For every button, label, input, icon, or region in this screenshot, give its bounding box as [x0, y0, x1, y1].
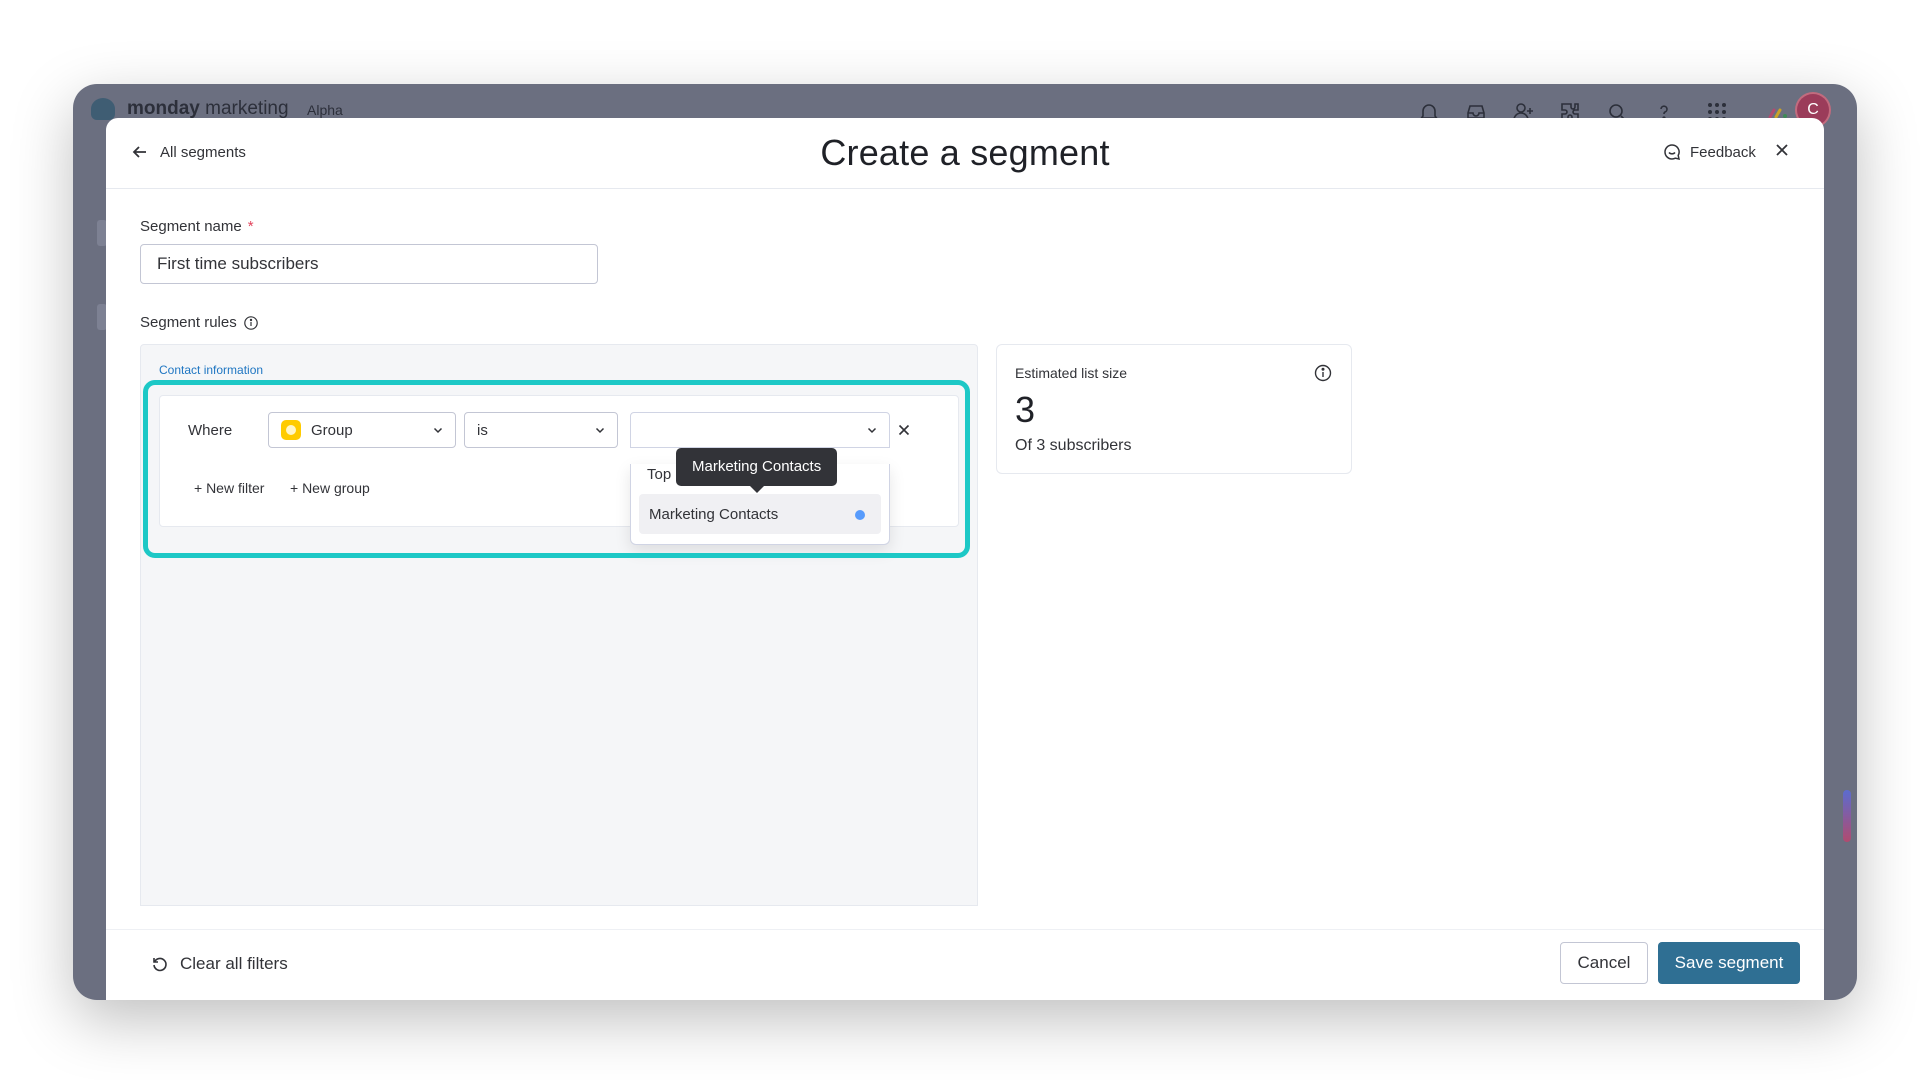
dropdown-option-label: Marketing Contacts	[649, 505, 779, 523]
chevron-down-icon	[867, 427, 877, 434]
option-tooltip: Marketing Contacts	[676, 448, 838, 493]
chevron-down-icon	[433, 427, 443, 434]
value-select[interactable]	[630, 412, 890, 448]
info-icon[interactable]	[243, 315, 259, 331]
estimated-list-size-card: Estimated list size 3 Of 3 subscribers	[996, 344, 1352, 474]
scrollbar-thumb[interactable]	[1843, 790, 1851, 842]
chevron-down-icon	[595, 427, 605, 434]
estimate-title: Estimated list size	[1015, 365, 1128, 381]
create-segment-modal: All segments Create a segment Feedback S…	[106, 118, 1824, 1000]
operator-select[interactable]: is	[464, 412, 618, 448]
modal-footer: Clear all filters Cancel Save segment	[106, 930, 1824, 1000]
contact-information-tag: Contact information	[159, 363, 264, 377]
feedback-chat-icon	[1664, 144, 1680, 160]
new-filter-button[interactable]: + New filter	[194, 480, 264, 496]
field-select[interactable]: Group	[268, 412, 456, 448]
clear-all-filters-label: Clear all filters	[180, 954, 288, 973]
segment-rules-label: Segment rules	[140, 314, 259, 331]
segment-name-label: Segment name *	[140, 218, 254, 235]
segment-rules-label-text: Segment rules	[140, 314, 237, 331]
segment-rules-panel: Contact information Where Group is + New…	[140, 344, 978, 906]
reset-icon	[153, 957, 167, 972]
brand-bold: monday	[127, 98, 200, 119]
dropdown-category-label: Top	[647, 466, 672, 483]
app-brand: monday marketing	[127, 98, 289, 120]
monday-logo-icon	[91, 98, 115, 120]
feedback-button[interactable]: Feedback	[1662, 142, 1756, 162]
field-select-value: Group	[311, 421, 353, 439]
save-segment-button[interactable]: Save segment	[1658, 942, 1800, 984]
clear-all-filters-button[interactable]: Clear all filters	[150, 954, 288, 974]
required-mark: *	[247, 218, 254, 235]
cancel-button[interactable]: Cancel	[1560, 942, 1648, 984]
info-icon[interactable]	[1313, 363, 1333, 383]
segment-name-input[interactable]	[140, 244, 598, 284]
brand-light: marketing	[205, 98, 289, 119]
group-column-icon	[281, 420, 301, 440]
estimate-subtitle: Of 3 subscribers	[1015, 437, 1132, 454]
dropdown-option-marketing-contacts[interactable]: Marketing Contacts	[639, 494, 881, 534]
where-label: Where	[188, 422, 233, 439]
alpha-badge: Alpha	[307, 102, 343, 118]
remove-rule-icon[interactable]	[896, 422, 912, 438]
page-title: Create a segment	[820, 132, 1110, 173]
modal-header: All segments Create a segment Feedback	[106, 118, 1824, 189]
estimate-count: 3	[1015, 389, 1036, 430]
segment-name-label-text: Segment name	[140, 218, 242, 235]
selected-dot-icon	[855, 510, 865, 520]
operator-select-value: is	[477, 421, 488, 439]
new-group-button[interactable]: + New group	[290, 480, 370, 496]
feedback-label: Feedback	[1690, 143, 1756, 161]
close-icon[interactable]	[1772, 140, 1792, 160]
